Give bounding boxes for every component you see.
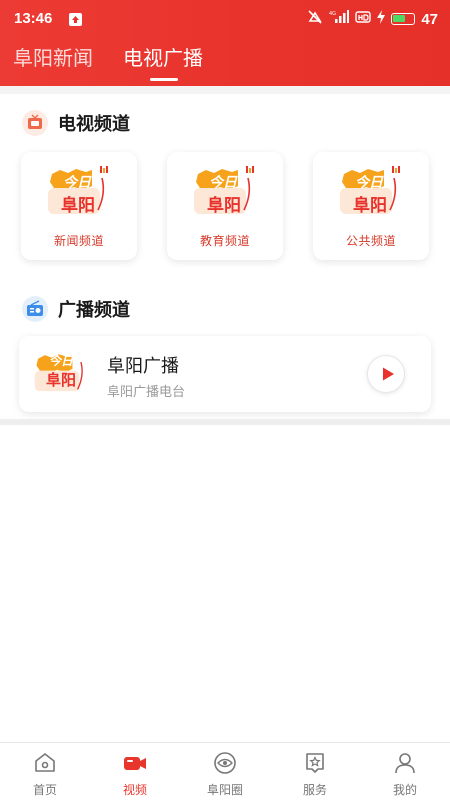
radio-section-title: 广播频道 xyxy=(58,300,130,320)
tab-tv-radio[interactable]: 电视广播 xyxy=(123,42,203,71)
home-icon xyxy=(35,753,55,772)
hd-icon xyxy=(355,10,372,28)
logo-text-top: 今日 xyxy=(63,174,91,190)
tv-icon xyxy=(22,110,48,136)
divider-top xyxy=(0,86,450,94)
tv-section-title: 电视频道 xyxy=(58,114,130,134)
nav-label: 首页 xyxy=(32,783,57,797)
radio-item-fuyang[interactable]: 今日 阜阳 阜阳广播 阜阳广播电台 xyxy=(19,336,431,412)
divider-bottom xyxy=(0,419,450,425)
play-icon xyxy=(383,367,394,381)
logo-text-top: 今日 xyxy=(48,354,73,368)
tv-section-header: 电视频道 xyxy=(22,109,130,137)
logo-text-bottom: 阜阳 xyxy=(207,196,241,215)
status-time: 13:46 xyxy=(14,10,53,27)
logo-text-bottom: 阜阳 xyxy=(353,196,387,215)
nav-service[interactable]: 服务 xyxy=(270,743,360,800)
channel-card-education[interactable]: 今日 阜阳 教育频道 xyxy=(167,152,283,260)
mute-icon xyxy=(307,10,323,28)
channel-label: 教育频道 xyxy=(199,234,250,248)
nav-home[interactable]: 首页 xyxy=(0,743,90,800)
app-header: 13:46 4G 47 阜阳新闻 电视广播 xyxy=(0,0,450,86)
logo-text-bottom: 阜阳 xyxy=(61,196,95,215)
nav-label: 阜阳圈 xyxy=(206,783,243,797)
radio-section-header: 广播频道 xyxy=(22,295,130,323)
channel-card-news[interactable]: 今日 阜阳 新闻频道 xyxy=(21,152,137,260)
radio-title: 阜阳广播 xyxy=(107,356,179,376)
person-icon xyxy=(395,753,415,774)
status-icons: 4G 47 xyxy=(307,10,438,28)
radio-icon xyxy=(22,296,48,322)
eye-circle-icon xyxy=(214,752,236,774)
channel-label: 新闻频道 xyxy=(53,234,104,248)
logo-text-top: 今日 xyxy=(209,174,237,190)
logo-text-top: 今日 xyxy=(355,174,383,190)
nav-label: 服务 xyxy=(302,783,327,797)
nav-mine[interactable]: 我的 xyxy=(360,743,450,800)
video-camera-icon xyxy=(124,757,146,770)
upload-notification-icon xyxy=(69,13,82,26)
network-type: 4G xyxy=(329,11,336,17)
nav-video[interactable]: 视频 xyxy=(90,743,180,800)
radio-subtitle: 阜阳广播电台 xyxy=(107,384,186,399)
battery-level: 47 xyxy=(421,10,438,28)
logo-text-bottom: 阜阳 xyxy=(45,372,76,389)
bottom-nav: 首页 视频 阜阳圈 服务 我的 xyxy=(0,742,450,800)
active-tab-indicator xyxy=(150,78,178,81)
nav-label: 我的 xyxy=(392,783,417,797)
signal-icon: 4G xyxy=(329,10,350,28)
top-tab-bar: 阜阳新闻 电视广播 xyxy=(0,42,450,82)
nav-fuyang-circle[interactable]: 阜阳圈 xyxy=(180,743,270,800)
status-bar: 13:46 4G 47 xyxy=(0,0,450,38)
star-badge-icon xyxy=(306,753,324,773)
play-button[interactable] xyxy=(367,355,405,393)
channel-label: 公共频道 xyxy=(345,234,396,248)
tab-fuyang-news[interactable]: 阜阳新闻 xyxy=(13,42,93,71)
charging-icon xyxy=(377,10,386,28)
battery-icon xyxy=(391,13,416,25)
nav-label: 视频 xyxy=(122,783,147,797)
channel-card-public[interactable]: 今日 阜阳 公共频道 xyxy=(313,152,429,260)
